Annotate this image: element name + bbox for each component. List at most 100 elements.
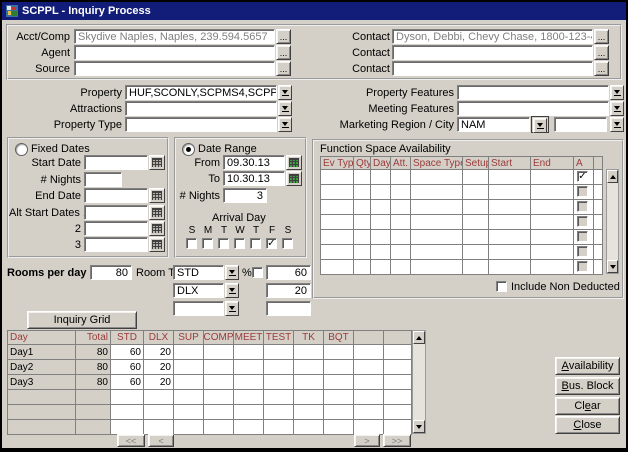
- fsa-cell[interactable]: [489, 185, 531, 200]
- to-field[interactable]: 10.30.13: [223, 171, 285, 186]
- fsa-cell[interactable]: [489, 200, 531, 215]
- grid-cell[interactable]: [264, 405, 294, 420]
- contact2-field[interactable]: [392, 45, 593, 60]
- percent-checkbox[interactable]: [252, 267, 263, 278]
- grid-scroll-down-button[interactable]: [413, 420, 425, 433]
- property-type-field[interactable]: [125, 117, 277, 132]
- grid-scrollbar[interactable]: [412, 330, 426, 434]
- arrival-fri-checkbox[interactable]: [266, 238, 277, 249]
- grid-next-button[interactable]: >: [354, 434, 380, 447]
- grid-cell[interactable]: [204, 375, 234, 390]
- grid-cell[interactable]: [294, 405, 324, 420]
- fsa-cell[interactable]: [354, 215, 371, 230]
- fsa-cell[interactable]: [463, 230, 489, 245]
- end-date-calendar-button[interactable]: [149, 188, 165, 203]
- arrival-sat-checkbox[interactable]: [282, 238, 293, 249]
- fsa-cell[interactable]: [411, 170, 463, 185]
- room-type-3-value-field[interactable]: [266, 301, 311, 316]
- fsa-cell[interactable]: [391, 230, 411, 245]
- room-type-1-value-field[interactable]: 60: [266, 265, 311, 280]
- dr-nights-field[interactable]: 3: [223, 188, 267, 203]
- room-type-3-field[interactable]: [173, 301, 224, 316]
- grid-cell[interactable]: [174, 375, 204, 390]
- grid-cell[interactable]: [264, 420, 294, 435]
- grid-cell[interactable]: [324, 390, 354, 405]
- grid-cell[interactable]: [354, 375, 384, 390]
- grid-cell[interactable]: [384, 360, 412, 375]
- start-date-calendar-button[interactable]: [149, 155, 165, 170]
- marketing-city-field[interactable]: [554, 117, 607, 132]
- fsa-a-cell[interactable]: [574, 200, 594, 215]
- inquiry-grid-button[interactable]: Inquiry Grid: [27, 311, 137, 329]
- grid-cell[interactable]: [324, 405, 354, 420]
- fsa-cell[interactable]: [321, 170, 354, 185]
- grid-cell[interactable]: 60: [111, 360, 144, 375]
- grid-cell[interactable]: [144, 390, 174, 405]
- fsa-scroll-down-button[interactable]: [607, 260, 618, 273]
- arrival-wed-checkbox[interactable]: [234, 238, 245, 249]
- alt-start-2-field[interactable]: [84, 221, 148, 236]
- grid-last-button[interactable]: >>: [383, 434, 411, 447]
- grid-cell[interactable]: 20: [144, 360, 174, 375]
- grid-cell[interactable]: [234, 375, 264, 390]
- grid-cell[interactable]: [204, 360, 234, 375]
- room-type-1-field[interactable]: STD: [173, 265, 224, 280]
- grid-cell[interactable]: [234, 390, 264, 405]
- grid-cell[interactable]: [354, 345, 384, 360]
- fsa-cell[interactable]: [321, 215, 354, 230]
- fsa-cell[interactable]: [531, 245, 574, 260]
- fsa-cell[interactable]: [463, 215, 489, 230]
- grid-cell[interactable]: [384, 375, 412, 390]
- grid-cell[interactable]: [204, 420, 234, 435]
- grid-cell[interactable]: [384, 390, 412, 405]
- end-date-field[interactable]: [84, 188, 148, 203]
- fsa-cell[interactable]: [371, 170, 391, 185]
- start-date-field[interactable]: [84, 155, 148, 170]
- fsa-a-cell[interactable]: [574, 260, 594, 275]
- grid-prev-button[interactable]: <: [148, 434, 174, 447]
- bus-block-button[interactable]: Bus. Block: [555, 377, 620, 395]
- fsa-cell[interactable]: [354, 185, 371, 200]
- fsa-cell[interactable]: [354, 260, 371, 275]
- fsa-cell[interactable]: [321, 200, 354, 215]
- arrival-sun-checkbox[interactable]: [186, 238, 197, 249]
- fsa-a-cell[interactable]: [574, 185, 594, 200]
- property-dropdown-button[interactable]: [278, 85, 292, 100]
- grid-cell[interactable]: [294, 360, 324, 375]
- fsa-a-cell[interactable]: [574, 230, 594, 245]
- fsa-cell[interactable]: [371, 260, 391, 275]
- fsa-cell[interactable]: [531, 185, 574, 200]
- grid-cell[interactable]: [264, 345, 294, 360]
- marketing-region-field[interactable]: NAM: [457, 117, 530, 132]
- fsa-cell[interactable]: [411, 185, 463, 200]
- grid-cell[interactable]: [294, 390, 324, 405]
- window-titlebar[interactable]: SCPPL - Inquiry Process: [2, 2, 626, 20]
- fsa-cell[interactable]: [371, 200, 391, 215]
- close-button[interactable]: Close: [555, 416, 620, 434]
- room-type-2-value-field[interactable]: 20: [266, 283, 311, 298]
- property-field[interactable]: HUF,SCONLY,SCPMS4,SCPPL: [125, 85, 277, 100]
- attractions-field[interactable]: [125, 101, 277, 116]
- fsa-cell[interactable]: [321, 230, 354, 245]
- rooms-per-day-field[interactable]: 80: [90, 265, 132, 280]
- grid-cell[interactable]: [264, 390, 294, 405]
- source-browse-button[interactable]: ...: [276, 61, 291, 76]
- fsa-cell[interactable]: [391, 170, 411, 185]
- fsa-cell[interactable]: [321, 185, 354, 200]
- grid-cell[interactable]: [174, 360, 204, 375]
- contact2-browse-button[interactable]: ...: [594, 45, 609, 60]
- property-features-dropdown-button[interactable]: [610, 85, 624, 100]
- contact1-field[interactable]: Dyson, Debbi, Chevy Chase, 1800-123-4567: [392, 29, 593, 44]
- fsa-cell[interactable]: [354, 200, 371, 215]
- contact3-field[interactable]: [392, 61, 593, 76]
- fsa-cell[interactable]: [371, 215, 391, 230]
- fsa-cell[interactable]: [391, 215, 411, 230]
- acct-comp-browse-button[interactable]: ...: [276, 29, 291, 44]
- fsa-cell[interactable]: [463, 245, 489, 260]
- grid-cell[interactable]: [234, 360, 264, 375]
- room-type-1-dropdown-button[interactable]: [225, 265, 239, 280]
- fsa-cell[interactable]: [391, 200, 411, 215]
- grid-cell[interactable]: 20: [144, 345, 174, 360]
- grid-cell[interactable]: [354, 420, 384, 435]
- fsa-cell[interactable]: [463, 185, 489, 200]
